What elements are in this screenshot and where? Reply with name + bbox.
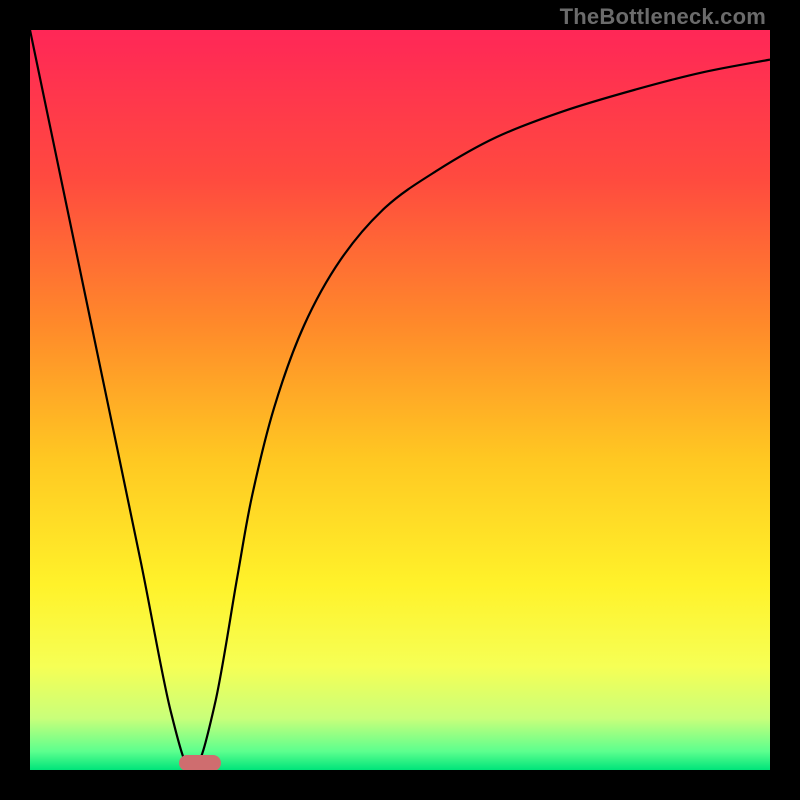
watermark-label: TheBottleneck.com (560, 4, 766, 30)
bottleneck-curve (30, 30, 770, 770)
chart-frame: TheBottleneck.com (0, 0, 800, 800)
plot-area (30, 30, 770, 770)
curve-path (30, 30, 770, 770)
optimal-zone-marker (179, 755, 221, 770)
